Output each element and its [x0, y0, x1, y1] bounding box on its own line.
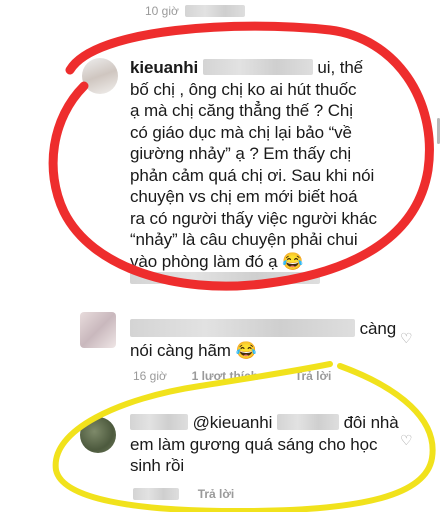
redacted-meta [130, 272, 320, 284]
comment-text: nói càng hãm 😂 [130, 340, 257, 360]
redacted-name [202, 59, 313, 75]
comment-text: em làm gương quá sáng cho học [130, 434, 378, 454]
avatar[interactable] [82, 58, 118, 94]
comment-time: 16 giờ [133, 369, 167, 383]
comment-text: đôi nhà [343, 413, 399, 432]
comment-text: vào phòng làm đó ạ 😂 [130, 251, 304, 271]
scrollbar[interactable] [437, 118, 440, 144]
redacted-name [276, 414, 339, 430]
comment-text: sinh rồi [130, 456, 185, 475]
avatar[interactable] [80, 417, 116, 453]
comment-text: “nhảy” là câu chuyện phải chui [130, 230, 358, 249]
comment-text: giường nhảy” ạ ? Em thấy chị [130, 144, 352, 163]
comment-text: bố chị , ông chị ko ai hút thuốc [130, 79, 357, 99]
comment-text: chuyện vs chị em mới biết hoá [130, 187, 358, 206]
comment-text: ra có người thấy việc người khác [130, 208, 377, 228]
comment-text: ui, thế [317, 58, 364, 77]
likes-count[interactable]: 1 lượt thích [192, 369, 259, 383]
comment-text: phản cảm quá chị ơi. Sau khi nói [130, 165, 375, 185]
redacted-name [130, 319, 355, 337]
comment-2: càng nói càng hãm 😂 [130, 318, 410, 361]
comment-meta: 16 giờ 1 lượt thích Trả lời [133, 369, 331, 383]
comment-meta: Trả lời [133, 487, 234, 501]
mention-link[interactable]: @kieuanhi [193, 413, 273, 432]
comment-text: ạ mà chị căng thẳng thế ? Chị [130, 101, 353, 120]
reply-link[interactable]: Trả lời [295, 369, 332, 383]
comment-1: kieuanhi ui, thế bố chị , ông chị ko ai … [130, 57, 430, 272]
heart-icon[interactable]: ♡ [400, 432, 413, 449]
redacted-name [130, 414, 188, 430]
top-redacted [185, 5, 245, 17]
avatar[interactable] [80, 312, 116, 348]
comment-username[interactable]: kieuanhi [130, 58, 198, 77]
comment-text: có giáo dục mà chị lại bảo “về [130, 122, 352, 142]
comment-text: càng [359, 319, 397, 338]
comment-3: @kieuanhi đôi nhà em làm gương quá sáng … [130, 412, 420, 477]
redacted-meta [133, 488, 179, 500]
top-timestamp: 10 giờ [145, 4, 179, 18]
heart-icon[interactable]: ♡ [400, 330, 413, 347]
reply-link[interactable]: Trả lời [198, 487, 235, 501]
